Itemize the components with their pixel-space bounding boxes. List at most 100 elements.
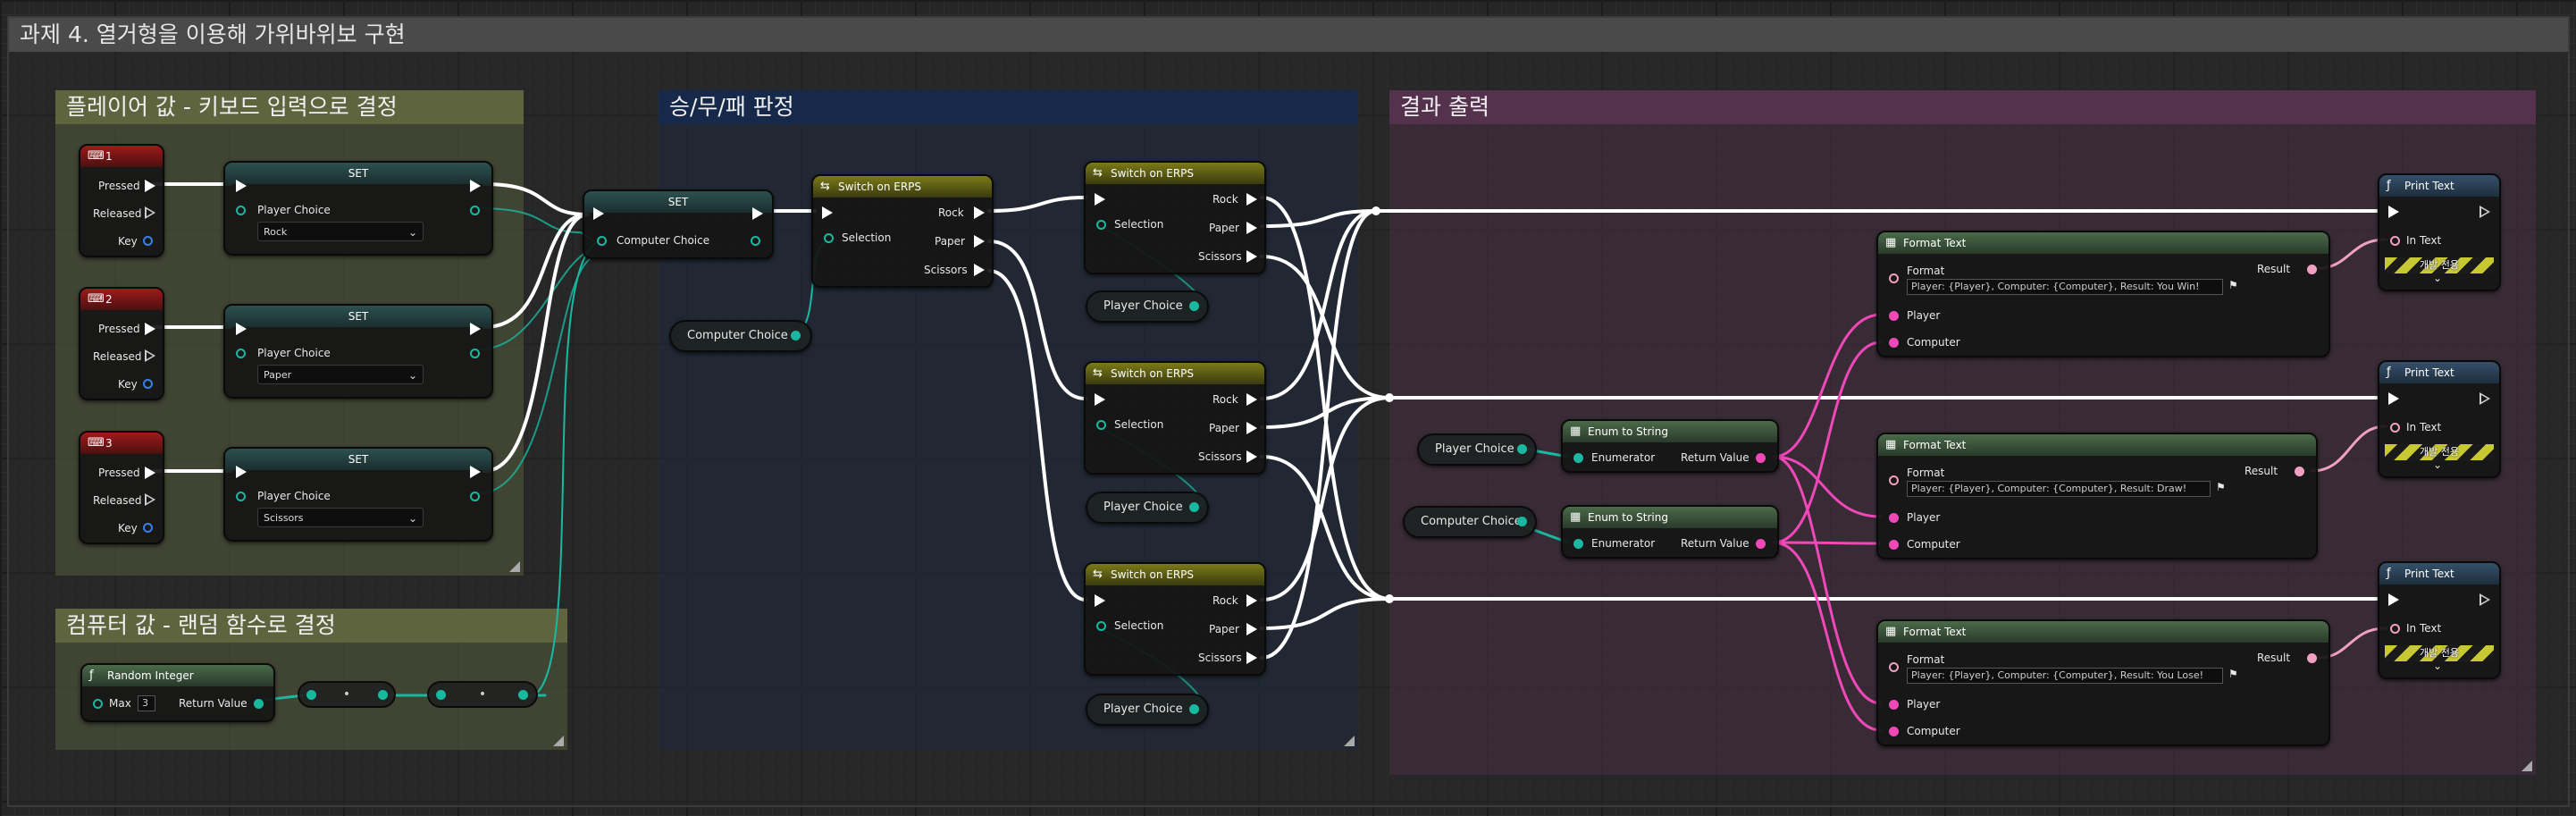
return-value-pin[interactable] <box>1756 539 1766 549</box>
enum-to-string-node-1[interactable]: ▦ Enum to String Enumerator Return Value <box>1561 419 1779 473</box>
player-pin[interactable] <box>1889 311 1899 321</box>
key-out-pin[interactable] <box>143 236 153 246</box>
in-text-pin[interactable] <box>2390 624 2400 634</box>
format-in-pin[interactable] <box>1889 475 1899 485</box>
exec-out-pin[interactable] <box>145 467 155 479</box>
exec-out-pin[interactable] <box>145 180 155 192</box>
return-value-pin[interactable] <box>1756 453 1766 463</box>
result-pin[interactable] <box>2295 467 2304 476</box>
exec-out-rock[interactable] <box>1246 193 1257 206</box>
key-event-node-2[interactable]: ⌨ 2 Pressed Released Key <box>79 287 164 400</box>
getter-out-pin[interactable] <box>1517 444 1527 454</box>
set-player-choice-node-3[interactable]: SET Player Choice Scissors ⌄ <box>223 447 493 542</box>
exec-in-pin[interactable] <box>2388 593 2399 606</box>
exec-out-rock[interactable] <box>1246 594 1257 607</box>
exec-out-pin[interactable] <box>145 206 155 219</box>
set-player-choice-node-2[interactable]: SET Player Choice Paper ⌄ <box>223 304 493 399</box>
exec-out-paper[interactable] <box>1246 422 1257 434</box>
key-event-node-3[interactable]: ⌨ 3 Pressed Released Key <box>79 431 164 544</box>
enum-dropdown[interactable]: Paper ⌄ <box>257 365 424 384</box>
exec-out-rock[interactable] <box>974 206 985 219</box>
exec-in-pin[interactable] <box>236 466 247 478</box>
switch-node-3[interactable]: ⇆ Switch on ERPS Selection Rock Paper Sci… <box>1084 562 1266 676</box>
exec-in-pin[interactable] <box>236 323 247 335</box>
exec-out-pin[interactable] <box>2480 206 2490 218</box>
player-choice-out-pin[interactable] <box>470 206 480 215</box>
exec-out-pin[interactable] <box>752 207 763 220</box>
format-text-node-lose[interactable]: ▦ Format Text Format Player: {Player}, Co… <box>1876 619 2330 746</box>
computer-pin[interactable] <box>1889 727 1899 736</box>
selection-pin[interactable] <box>824 233 834 243</box>
exec-in-pin[interactable] <box>1095 193 1105 206</box>
exec-out-paper[interactable] <box>1246 222 1257 234</box>
exec-in-pin[interactable] <box>822 206 833 219</box>
print-text-node-1[interactable]: ƒ Print Text In Text 개발 전용 ⌄ <box>2378 173 2501 291</box>
exec-out-pin[interactable] <box>470 323 481 335</box>
switch-node-2[interactable]: ⇆ Switch on ERPS Selection Rock Paper Sci… <box>1084 361 1266 475</box>
max-input[interactable]: 3 <box>138 695 155 711</box>
exec-out-rock[interactable] <box>1246 393 1257 406</box>
format-input[interactable]: Player: {Player}, Computer: {Computer}, … <box>1907 668 2223 684</box>
in-text-pin[interactable] <box>2390 236 2400 246</box>
chevron-down-icon[interactable]: ⌄ <box>2433 272 2442 284</box>
switch-node-1[interactable]: ⇆ Switch on ERPS Selection Rock Paper Sci… <box>1084 161 1266 274</box>
selection-pin[interactable] <box>1096 420 1106 430</box>
conversion-node-1[interactable]: • <box>298 681 396 708</box>
conversion-out-pin[interactable] <box>518 690 528 700</box>
player-choice-out-pin[interactable] <box>470 492 480 501</box>
enumerator-pin[interactable] <box>1573 453 1583 463</box>
key-out-pin[interactable] <box>143 379 153 389</box>
conversion-out-pin[interactable] <box>378 690 388 700</box>
getter-out-pin[interactable] <box>1517 517 1527 526</box>
enum-dropdown[interactable]: Rock ⌄ <box>257 222 424 241</box>
result-pin[interactable] <box>2307 653 2317 663</box>
player-pin[interactable] <box>1889 700 1899 710</box>
computer-pin[interactable] <box>1889 338 1899 348</box>
format-input[interactable]: Player: {Player}, Computer: {Computer}, … <box>1907 481 2211 497</box>
exec-out-pin[interactable] <box>2480 392 2490 405</box>
computer-choice-getter-output[interactable]: Computer Choice <box>1403 506 1537 538</box>
exec-in-pin[interactable] <box>1095 594 1105 607</box>
exec-out-paper[interactable] <box>1246 623 1257 635</box>
player-pin[interactable] <box>1889 513 1899 523</box>
player-choice-in-pin[interactable] <box>236 492 246 501</box>
max-in-pin[interactable] <box>93 699 103 709</box>
exec-out-scissors[interactable] <box>974 264 985 276</box>
enumerator-pin[interactable] <box>1573 539 1583 549</box>
computer-choice-getter[interactable]: Computer Choice <box>669 320 812 352</box>
player-choice-getter-3[interactable]: Player Choice <box>1086 694 1209 726</box>
computer-choice-out-pin[interactable] <box>751 236 760 246</box>
set-computer-choice-node[interactable]: SET Computer Choice <box>583 189 774 259</box>
conversion-node-2[interactable]: • <box>427 681 538 708</box>
exec-out-pin[interactable] <box>145 493 155 506</box>
player-choice-getter-1[interactable]: Player Choice <box>1086 290 1209 323</box>
player-choice-in-pin[interactable] <box>236 349 246 358</box>
set-player-choice-node-1[interactable]: SET Player Choice Rock ⌄ <box>223 161 493 256</box>
exec-out-scissors[interactable] <box>1246 250 1257 263</box>
exec-in-pin[interactable] <box>593 207 604 220</box>
computer-pin[interactable] <box>1889 540 1899 550</box>
computer-choice-in-pin[interactable] <box>597 236 607 246</box>
switch-main-node[interactable]: ⇆ Switch on ERPS Selection Rock Paper Sci… <box>811 174 994 288</box>
selection-pin[interactable] <box>1096 621 1106 631</box>
chevron-down-icon[interactable]: ⌄ <box>2433 660 2442 672</box>
exec-out-scissors[interactable] <box>1246 652 1257 664</box>
enum-to-string-node-2[interactable]: ▦ Enum to String Enumerator Return Value <box>1561 505 1779 559</box>
player-choice-getter-2[interactable]: Player Choice <box>1086 492 1209 524</box>
exec-out-pin[interactable] <box>2480 593 2490 606</box>
getter-out-pin[interactable] <box>1189 502 1199 512</box>
format-in-pin[interactable] <box>1889 273 1899 283</box>
print-text-node-2[interactable]: ƒ Print Text In Text 개발 전용 ⌄ <box>2378 360 2501 478</box>
enum-dropdown[interactable]: Scissors ⌄ <box>257 508 424 527</box>
selection-pin[interactable] <box>1096 220 1106 230</box>
exec-out-pin[interactable] <box>145 349 155 362</box>
random-integer-node[interactable]: ƒ Random Integer Max 3 Return Value <box>80 663 275 722</box>
player-choice-out-pin[interactable] <box>470 349 480 358</box>
getter-out-pin[interactable] <box>1189 704 1199 714</box>
chevron-down-icon[interactable]: ⌄ <box>2433 458 2442 471</box>
exec-out-pin[interactable] <box>470 466 481 478</box>
getter-out-pin[interactable] <box>1189 301 1199 311</box>
key-event-node-1[interactable]: ⌨ 1 Pressed Released Key <box>79 144 164 257</box>
format-text-node-draw[interactable]: ▦ Format Text Format Player: {Player}, Co… <box>1876 433 2318 559</box>
return-value-pin[interactable] <box>254 699 264 709</box>
